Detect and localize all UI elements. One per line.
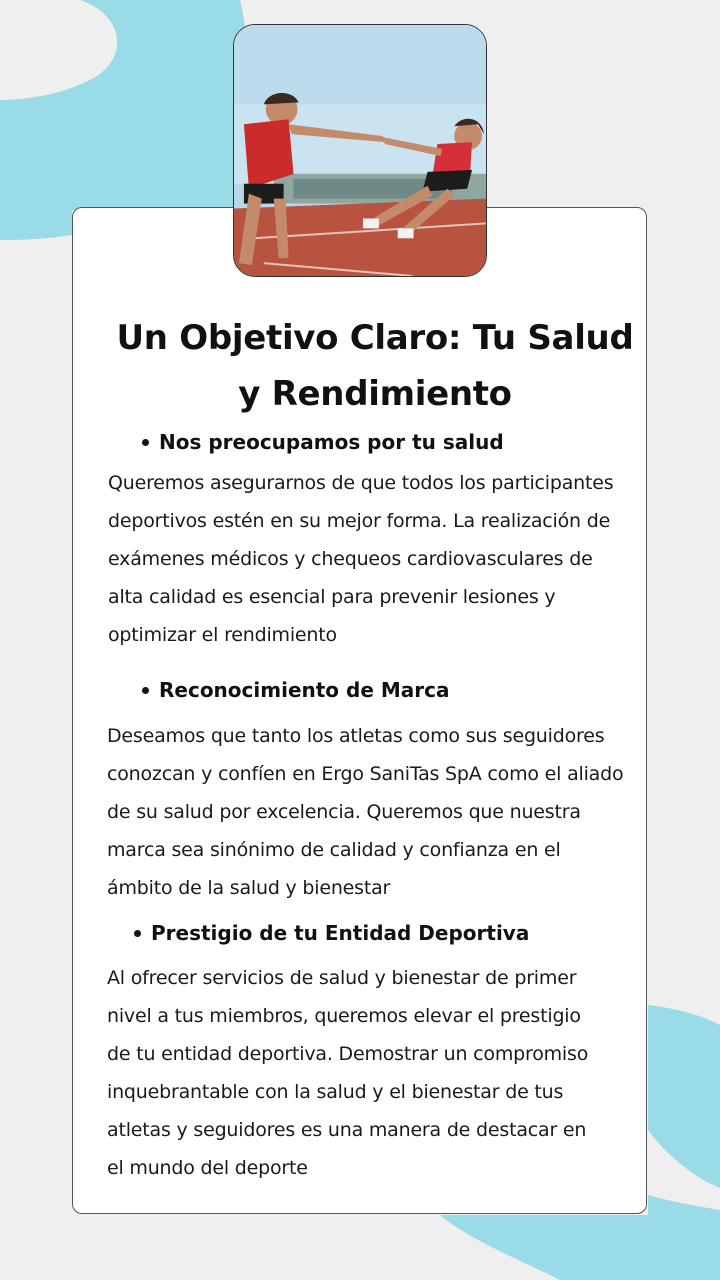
section-heading-salud: Nos preocupamos por tu salud — [142, 430, 504, 454]
hero-photo — [233, 24, 487, 277]
bullet-icon — [142, 686, 149, 694]
section-heading-marca: Reconocimiento de Marca — [142, 678, 449, 702]
section-heading-prestigio: Prestigio de tu Entidad Deportiva — [134, 921, 529, 945]
bullet-icon — [134, 929, 141, 937]
section-heading-label: Reconocimiento de Marca — [159, 678, 450, 702]
section-heading-label: Prestigio de tu Entidad Deportiva — [151, 921, 530, 945]
athletes-image — [234, 25, 486, 276]
section-body-salud: Queremos asegurarnos de que todos los pa… — [108, 472, 614, 646]
page-title: Un Objetivo Claro: Tu Salud y Rendimient… — [116, 318, 634, 414]
section-body-marca: Deseamos que tanto los atletas como sus … — [107, 725, 624, 899]
bullet-icon — [142, 438, 149, 446]
section-body-prestigio: Al ofrecer servicios de salud y bienesta… — [107, 967, 589, 1179]
section-heading-label: Nos preocupamos por tu salud — [159, 430, 504, 454]
